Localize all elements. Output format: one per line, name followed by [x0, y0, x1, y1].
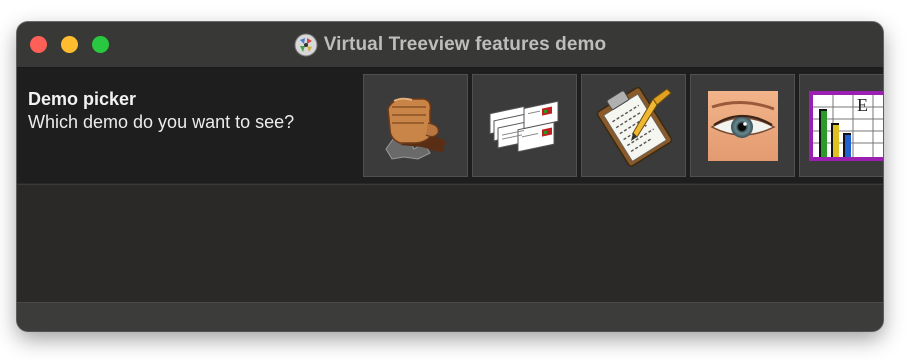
demo-tile-clipboard[interactable] — [581, 74, 686, 177]
status-bar — [17, 302, 883, 331]
title-bar[interactable]: Virtual Treeview features demo — [17, 22, 883, 68]
picker-subtitle: Which demo do you want to see? — [28, 112, 295, 132]
demo-content-area[interactable] — [17, 184, 883, 303]
demo-tile-chart[interactable]: E — [799, 74, 883, 177]
picker-title: Demo picker — [28, 89, 137, 109]
demo-tile-fist[interactable] — [363, 74, 468, 177]
demo-picker-panel: Demo picker Which demo do you want to se… — [17, 68, 883, 183]
eye-icon — [707, 90, 778, 161]
clipboard-icon — [596, 86, 672, 167]
app-window: Virtual Treeview features demo Demo pick… — [17, 22, 883, 331]
fist-icon — [384, 97, 446, 160]
window-title: Virtual Treeview features demo — [323, 33, 607, 55]
app-icon — [294, 33, 318, 56]
documents-icon — [489, 100, 558, 152]
demo-tile-eye[interactable] — [690, 74, 795, 177]
svg-text:E: E — [857, 95, 868, 115]
chart-icon: E — [809, 90, 883, 161]
demo-tile-documents[interactable] — [472, 74, 577, 177]
